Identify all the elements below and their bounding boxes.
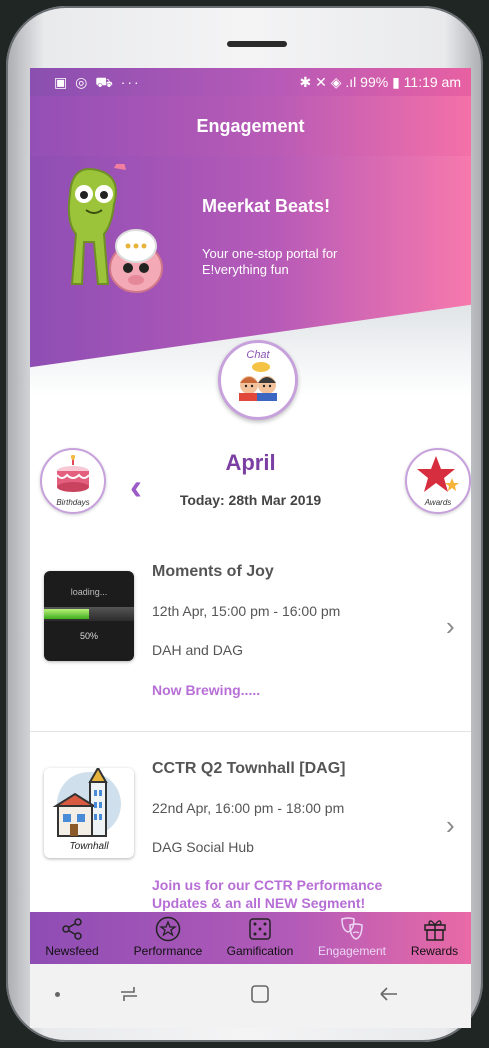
event-thumbnail-townhall: Townhall <box>44 765 134 858</box>
tab-label: Newsfeed <box>45 944 99 958</box>
tab-label: Rewards <box>410 944 459 958</box>
status-bar: ▣ ◎ ⛟ ··· ✱ ✕ ◈ .ıl 99% ▮ 11:19 am <box>30 68 471 96</box>
event-tagline: Now Brewing..... <box>152 682 261 698</box>
tab-gamification[interactable]: Gamification <box>214 912 306 964</box>
chat-button[interactable]: Chat <box>218 340 298 420</box>
star-award-icon <box>417 456 459 492</box>
today-date: Today: 28th Mar 2019 <box>179 492 322 508</box>
bottom-tab-bar: Newsfeed Performance Gamification Engage… <box>30 912 471 964</box>
home-icon[interactable] <box>250 984 270 1004</box>
tab-label: Performance <box>133 944 203 958</box>
chevron-right-icon[interactable]: › <box>446 611 455 642</box>
thumbnail-caption: Townhall <box>69 841 109 852</box>
event-time: 12th Apr, 15:00 pm - 16:00 pm <box>152 603 341 619</box>
dice-icon <box>249 918 271 940</box>
app-screen: ▣ ◎ ⛟ ··· ✱ ✕ ◈ .ıl 99% ▮ 11:19 am Engag… <box>30 68 471 1028</box>
banner-subtitle: Your one-stop portal for E!verything fun <box>202 246 338 277</box>
tab-label: Engagement <box>317 944 387 958</box>
earpiece <box>227 41 287 47</box>
awards-label: Awards <box>424 498 452 507</box>
thumbnail-loading-text: loading... <box>70 587 108 597</box>
back-icon[interactable] <box>378 984 400 1004</box>
townhall-building-icon <box>52 765 121 837</box>
tab-rewards[interactable]: Rewards <box>398 912 471 964</box>
month-title: April <box>225 450 276 475</box>
recents-icon[interactable] <box>118 984 140 1004</box>
event-location: DAH and DAG <box>152 642 244 658</box>
tab-newsfeed[interactable]: Newsfeed <box>30 912 114 964</box>
event-location: DAG Social Hub <box>152 839 254 855</box>
tab-engagement[interactable]: Engagement <box>306 912 398 964</box>
system-nav-bar <box>30 964 471 1028</box>
status-icons-right: ✱ ✕ ◈ .ıl 99% ▮ 11:19 am <box>299 74 461 90</box>
mascot-illustration <box>67 164 163 293</box>
star-badge-icon <box>155 916 181 942</box>
gift-icon <box>423 920 446 941</box>
thumbnail-progress-fill <box>44 609 89 619</box>
event-tagline: Join us for our CCTR Performance Updates… <box>152 877 383 911</box>
event-title: CCTR Q2 Townhall [DAG] <box>152 760 346 777</box>
masks-icon <box>341 917 363 940</box>
event-card[interactable]: loading... 50% Moments of Joy 12th Apr, … <box>30 551 471 732</box>
app-header: Engagement <box>30 96 471 157</box>
thumbnail-percent-text: 50% <box>79 631 98 641</box>
thumbnail-progress-track <box>44 607 134 621</box>
event-card[interactable]: Townhall CCTR Q2 Townhall [DAG] 22nd Apr… <box>30 732 471 912</box>
event-title: Moments of Joy <box>152 563 274 580</box>
chevron-right-icon[interactable]: › <box>446 810 455 841</box>
banner-title: Meerkat Beats! <box>202 196 331 216</box>
calendar-header: Birthdays ‹ April Today: 28th Mar 2019 A… <box>30 446 471 536</box>
chat-people-icon <box>239 362 277 401</box>
tab-performance[interactable]: Performance <box>122 912 214 964</box>
phone-frame: ▣ ◎ ⛟ ··· ✱ ✕ ◈ .ıl 99% ▮ 11:19 am Engag… <box>6 6 483 1042</box>
awards-button[interactable]: Awards <box>405 448 471 514</box>
share-icon <box>62 918 82 940</box>
tab-label: Gamification <box>226 944 294 958</box>
event-time: 22nd Apr, 16:00 pm - 18:00 pm <box>152 800 345 816</box>
event-thumbnail-loading: loading... 50% <box>44 571 134 661</box>
chat-label: Chat <box>246 349 270 361</box>
nav-dot-icon[interactable] <box>55 992 60 997</box>
status-icons-left: ▣ ◎ ⛟ ··· <box>54 74 141 90</box>
page-title: Engagement <box>196 116 305 136</box>
